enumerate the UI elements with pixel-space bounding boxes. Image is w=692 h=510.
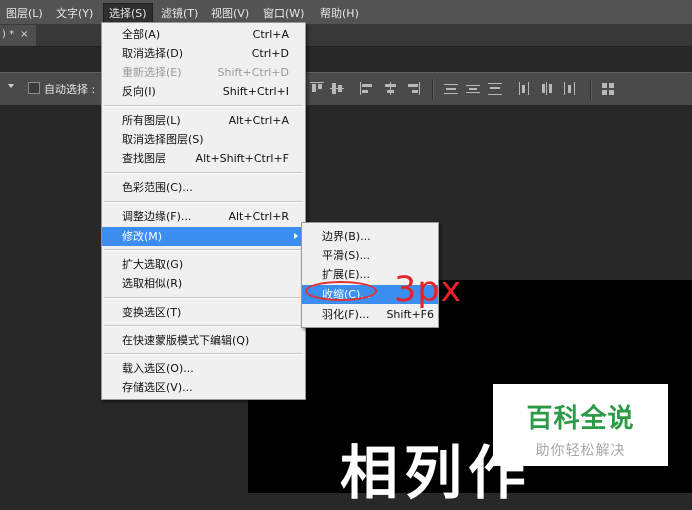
menu-separator <box>104 249 303 251</box>
distribute-vcenter-icon[interactable] <box>466 82 480 95</box>
menu-item-deselect[interactable]: 取消选择(D) Ctrl+D <box>102 44 305 63</box>
align-vcenter-icon[interactable] <box>330 82 344 95</box>
document-tab-label: ) * <box>2 29 15 40</box>
watermark-title: 百科全说 <box>526 404 635 434</box>
menu-item-refine-edge[interactable]: 调整边缘(F)... Alt+Ctrl+R <box>102 207 305 226</box>
submenu-item-border[interactable]: 边界(B)... <box>302 227 438 246</box>
menu-separator <box>104 297 303 299</box>
annotation-ellipse <box>305 281 377 301</box>
menu-help[interactable]: 帮助(H) <box>320 5 359 21</box>
menu-item-color-range[interactable]: 色彩范围(C)... <box>102 178 305 197</box>
menu-item-grow[interactable]: 扩大选取(G) <box>102 255 305 274</box>
menu-item-find-layers[interactable]: 查找图层 Alt+Shift+Ctrl+F <box>102 149 305 168</box>
document-tab[interactable]: ) * × <box>0 25 36 46</box>
menu-item-reselect: 重新选择(E) Shift+Ctrl+D <box>122 66 289 79</box>
auto-select-label: 自动选择 : <box>44 83 96 96</box>
align-right-icon[interactable] <box>406 82 420 95</box>
menu-layer[interactable]: 图层(L) <box>6 5 43 21</box>
watermark-logo: 百科全说 助你轻松解决 <box>493 384 668 466</box>
submenu-item-smooth[interactable]: 平滑(S)... <box>302 246 438 265</box>
menu-item-quick-mask[interactable]: 在快速蒙版模式下编辑(Q) <box>102 331 305 350</box>
align-left-icon[interactable] <box>360 82 374 95</box>
menu-item-load-selection[interactable]: 载入选区(O)... <box>102 359 305 378</box>
menu-separator <box>104 353 303 355</box>
tool-preset-dropdown-icon[interactable] <box>8 84 14 88</box>
select-menu: 全部(A) Ctrl+A 取消选择(D) Ctrl+D 重新选择(E) Shift+C… <box>101 22 306 400</box>
menu-separator <box>104 172 303 174</box>
menu-item-transform-selection[interactable]: 变换选区(T) <box>102 303 305 322</box>
distribute-left-icon[interactable] <box>518 82 532 95</box>
align-top-icon[interactable] <box>310 82 324 95</box>
menu-type[interactable]: 文字(Y) <box>56 5 93 21</box>
menu-item-inverse[interactable]: 反向(I) Shift+Ctrl+I <box>102 82 305 101</box>
distribute-right-icon[interactable] <box>562 82 576 95</box>
close-icon[interactable]: × <box>20 29 28 40</box>
align-hcenter-icon[interactable] <box>384 82 398 95</box>
menu-item-modify[interactable]: 修改(M) <box>102 227 305 246</box>
annotation-text: 3px <box>394 270 463 310</box>
menu-item-similar[interactable]: 选取相似(R) <box>102 274 305 293</box>
menu-separator <box>104 105 303 107</box>
distribute-hcenter-icon[interactable] <box>540 82 554 95</box>
watermark-subtitle: 助你轻松解决 <box>535 443 626 459</box>
submenu-arrow-icon <box>294 233 298 239</box>
auto-align-layers-icon[interactable] <box>602 82 616 95</box>
auto-select-checkbox[interactable] <box>28 82 40 94</box>
menu-filter[interactable]: 滤镜(T) <box>161 5 198 21</box>
toolbar-separator <box>590 79 592 99</box>
menu-separator <box>104 325 303 327</box>
menu-item-all-layers[interactable]: 所有图层(L) Alt+Ctrl+A <box>102 111 305 130</box>
menu-window[interactable]: 窗口(W) <box>263 5 304 21</box>
menu-item-all[interactable]: 全部(A) Ctrl+A <box>102 25 305 44</box>
menu-separator <box>104 201 303 203</box>
menu-view[interactable]: 视图(V) <box>211 5 249 21</box>
distribute-top-icon[interactable] <box>444 82 458 95</box>
toolbar-separator <box>432 79 434 99</box>
menu-item-save-selection[interactable]: 存储选区(V)... <box>102 378 305 397</box>
menu-item-deselect-layers[interactable]: 取消选择图层(S) <box>102 130 305 149</box>
distribute-bottom-icon[interactable] <box>488 82 502 95</box>
menu-select[interactable]: 选择(S) <box>103 3 153 23</box>
